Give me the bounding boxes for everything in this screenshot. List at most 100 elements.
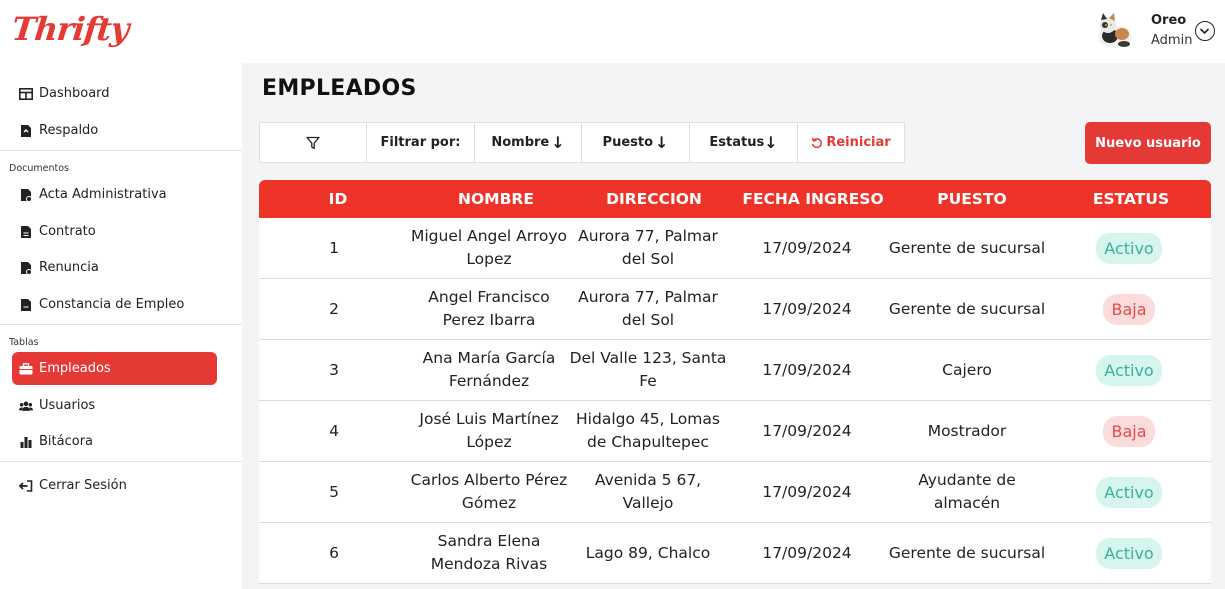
sort-puesto-button[interactable]: Puesto ↓ bbox=[582, 123, 690, 162]
logout-button[interactable]: Cerrar Sesión bbox=[12, 469, 217, 502]
users-icon bbox=[19, 399, 33, 413]
cell-nombre: Angel Francisco Perez Ibarra bbox=[428, 288, 550, 329]
new-user-button[interactable]: Nuevo usuario bbox=[1085, 122, 1211, 164]
cell-puesto: Mostrador bbox=[927, 421, 1007, 440]
cell-estatus: Activo bbox=[1047, 476, 1211, 508]
reset-button[interactable]: Reiniciar bbox=[798, 123, 904, 162]
sidebar-item-label: Acta Administrativa bbox=[39, 187, 167, 202]
cell-fecha: 17/09/2024 bbox=[762, 299, 852, 318]
sidebar-item-contrato[interactable]: Contrato bbox=[12, 215, 217, 248]
table-row[interactable]: 2 Angel Francisco Perez Ibarra Aurora 77… bbox=[259, 279, 1211, 340]
column-header-puesto[interactable]: PUESTO bbox=[893, 190, 1051, 208]
employees-table: ID NOMBRE DIRECCION FECHA INGRESO PUESTO… bbox=[259, 180, 1211, 584]
file-icon bbox=[19, 261, 33, 275]
cell-puesto: Gerente de sucursal bbox=[888, 238, 1046, 257]
sidebar-divider bbox=[0, 324, 242, 325]
undo-icon bbox=[812, 137, 823, 148]
cell-id: 5 bbox=[329, 482, 339, 501]
sidebar-item-empleados[interactable]: Empleados bbox=[12, 352, 217, 385]
cell-fecha: 17/09/2024 bbox=[762, 360, 852, 379]
status-badge: Activo bbox=[1096, 232, 1162, 264]
sort-nombre-button[interactable]: Nombre ↓ bbox=[475, 123, 582, 162]
filter-icon bbox=[306, 136, 320, 149]
cell-fecha: 17/09/2024 bbox=[762, 543, 852, 562]
user-role: Admin bbox=[1151, 33, 1193, 48]
sidebar-item-dashboard[interactable]: Dashboard bbox=[12, 77, 217, 110]
sort-nombre-label: Nombre bbox=[491, 135, 550, 150]
status-badge: Baja bbox=[1103, 415, 1155, 447]
sidebar-item-acta-administrativa[interactable]: Acta Administrativa bbox=[12, 178, 217, 211]
arrow-down-icon: ↓ bbox=[655, 133, 669, 152]
filter-by-label: Filtrar por: bbox=[367, 123, 475, 162]
cell-id: 2 bbox=[329, 299, 339, 318]
brand-logo[interactable]: Thrifty bbox=[10, 10, 130, 48]
logout-icon bbox=[19, 479, 33, 493]
cell-puesto: Ayudante de almacén bbox=[918, 471, 1016, 512]
status-badge: Activo bbox=[1096, 354, 1162, 386]
cell-nombre: Sandra Elena Mendoza Rivas bbox=[430, 532, 548, 573]
cell-nombre: Ana María García Fernández bbox=[422, 349, 556, 390]
logout-label: Cerrar Sesión bbox=[39, 478, 127, 493]
filter-bar: Filtrar por: Nombre ↓ Puesto ↓ Estatus ↓… bbox=[259, 122, 905, 163]
cell-direccion: Aurora 77, Palmar del Sol bbox=[578, 227, 718, 268]
column-header-id[interactable]: ID bbox=[259, 190, 417, 208]
cell-id: 1 bbox=[329, 238, 339, 257]
sidebar-item-constancia-de-empleo[interactable]: Constancia de Empleo bbox=[12, 288, 217, 321]
file-icon bbox=[19, 225, 33, 239]
section-label-tablas: Tablas bbox=[9, 337, 39, 348]
sidebar-item-respaldo[interactable]: Respaldo bbox=[12, 114, 217, 147]
cell-puesto: Cajero bbox=[942, 360, 992, 379]
cell-id: 4 bbox=[329, 421, 339, 440]
status-badge: Baja bbox=[1103, 293, 1155, 325]
table-row[interactable]: 6 Sandra Elena Mendoza Rivas Lago 89, Ch… bbox=[259, 523, 1211, 584]
table-row[interactable]: 1 Miguel Angel Arroyo Lopez Aurora 77, P… bbox=[259, 218, 1211, 279]
page-title: EMPLEADOS bbox=[262, 76, 417, 101]
sidebar-item-label: Usuarios bbox=[39, 398, 96, 413]
column-header-fecha-ingreso[interactable]: FECHA INGRESO bbox=[733, 190, 893, 208]
cell-estatus: Baja bbox=[1047, 293, 1211, 325]
sidebar-item-label: Empleados bbox=[39, 361, 111, 376]
sidebar-item-label: Dashboard bbox=[39, 86, 110, 101]
reset-label: Reiniciar bbox=[826, 135, 891, 150]
column-header-nombre[interactable]: NOMBRE bbox=[417, 190, 575, 208]
cell-fecha: 17/09/2024 bbox=[762, 421, 852, 440]
table-icon bbox=[19, 87, 33, 101]
file-backup-icon bbox=[19, 124, 33, 138]
table-header: ID NOMBRE DIRECCION FECHA INGRESO PUESTO… bbox=[259, 180, 1211, 218]
cell-nombre: Miguel Angel Arroyo Lopez bbox=[410, 227, 568, 268]
cell-fecha: 17/09/2024 bbox=[762, 238, 852, 257]
bar-chart-icon bbox=[19, 435, 33, 449]
user-name: Oreo bbox=[1151, 13, 1187, 28]
status-badge: Activo bbox=[1096, 476, 1162, 508]
sort-estatus-label: Estatus bbox=[709, 135, 765, 150]
sidebar-item-label: Constancia de Empleo bbox=[39, 297, 185, 312]
file-icon bbox=[19, 298, 33, 312]
cell-estatus: Activo bbox=[1047, 354, 1211, 386]
cell-estatus: Activo bbox=[1047, 232, 1211, 264]
cell-id: 3 bbox=[329, 360, 339, 379]
table-row[interactable]: 5 Carlos Alberto Pérez Gómez Avenida 5 6… bbox=[259, 462, 1211, 523]
section-label-documentos: Documentos bbox=[9, 163, 69, 174]
sort-puesto-label: Puesto bbox=[602, 135, 654, 150]
arrow-down-icon: ↓ bbox=[764, 133, 778, 152]
sidebar-item-renuncia[interactable]: Renuncia bbox=[12, 251, 217, 284]
sidebar-item-usuarios[interactable]: Usuarios bbox=[12, 389, 217, 422]
cell-direccion: Del Valle 123, Santa Fe bbox=[569, 349, 727, 390]
column-header-estatus[interactable]: ESTATUS bbox=[1051, 190, 1211, 208]
sidebar-divider bbox=[0, 461, 242, 462]
user-menu[interactable]: Oreo Admin bbox=[1095, 10, 1225, 54]
cell-nombre: Carlos Alberto Pérez Gómez bbox=[410, 471, 568, 512]
chevron-down-icon[interactable] bbox=[1195, 21, 1215, 41]
sort-estatus-button[interactable]: Estatus ↓ bbox=[690, 123, 798, 162]
table-row[interactable]: 3 Ana María García Fernández Del Valle 1… bbox=[259, 340, 1211, 401]
cell-puesto: Gerente de sucursal bbox=[888, 543, 1046, 562]
filter-button[interactable] bbox=[260, 123, 367, 162]
cell-direccion: Lago 89, Chalco bbox=[585, 543, 711, 562]
main-content: EMPLEADOS Filtrar por: Nombre ↓ Puesto ↓… bbox=[242, 63, 1225, 589]
column-header-direccion[interactable]: DIRECCION bbox=[575, 190, 733, 208]
cell-direccion: Hidalgo 45, Lomas de Chapultepec bbox=[576, 410, 720, 451]
cell-puesto: Gerente de sucursal bbox=[888, 299, 1046, 318]
sidebar-item-bitacora[interactable]: Bitácora bbox=[12, 425, 217, 458]
status-badge: Activo bbox=[1096, 537, 1162, 569]
table-row[interactable]: 4 José Luis Martínez López Hidalgo 45, L… bbox=[259, 401, 1211, 462]
